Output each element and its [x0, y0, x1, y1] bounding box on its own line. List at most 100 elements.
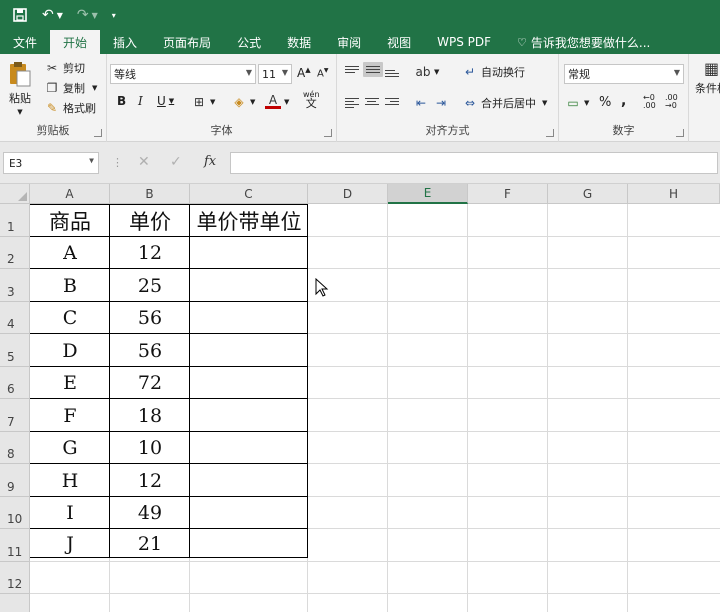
align-middle-button[interactable]: [363, 62, 383, 77]
cut-button[interactable]: ✂ 剪切: [44, 60, 85, 76]
cell-b1[interactable]: 单价: [110, 204, 190, 237]
align-bottom-button[interactable]: [385, 70, 399, 77]
save-button[interactable]: [12, 7, 28, 23]
column-header-e[interactable]: E: [388, 184, 468, 204]
currency-button[interactable]: ▭ ▼: [565, 95, 589, 111]
insert-function-button[interactable]: fx: [204, 154, 216, 169]
table-cell-price-unit[interactable]: [190, 367, 308, 399]
table-cell-price[interactable]: 56: [110, 302, 190, 334]
alignment-launcher-icon[interactable]: [546, 129, 554, 137]
clipboard-launcher-icon[interactable]: [94, 129, 102, 137]
row-header-10[interactable]: 10: [0, 497, 30, 529]
select-all-button[interactable]: [0, 184, 30, 204]
redo-dropdown-icon[interactable]: ▼: [92, 11, 98, 20]
number-launcher-icon[interactable]: [676, 129, 684, 137]
worksheet-grid[interactable]: A B C D E F G H 1 2 3 4 5 6 7 8 9 10 11 …: [0, 184, 720, 612]
table-cell-price[interactable]: 72: [110, 367, 190, 399]
decrease-decimal-button[interactable]: .00 →0: [665, 94, 678, 110]
row-header-6[interactable]: 6: [0, 367, 30, 399]
font-name-select[interactable]: 等线 ▼: [110, 64, 256, 84]
column-header-b[interactable]: B: [110, 184, 190, 204]
table-cell-price-unit[interactable]: [190, 432, 308, 464]
grow-font-button[interactable]: A▲: [297, 66, 311, 80]
table-cell-price[interactable]: 25: [110, 269, 190, 302]
redo-button[interactable]: ↷ ▼: [77, 7, 98, 23]
formula-bar-splitter[interactable]: ⋮: [112, 156, 124, 169]
column-header-f[interactable]: F: [468, 184, 548, 204]
row-header-7[interactable]: 7: [0, 399, 30, 432]
italic-button[interactable]: I: [138, 94, 143, 108]
table-cell-price[interactable]: 10: [110, 432, 190, 464]
table-cell-price-unit[interactable]: [190, 529, 308, 558]
align-left-button[interactable]: [345, 98, 359, 108]
font-launcher-icon[interactable]: [324, 129, 332, 137]
tab-file[interactable]: 文件: [0, 30, 50, 54]
bold-button[interactable]: B: [117, 94, 126, 108]
row-header-13[interactable]: [0, 594, 30, 612]
tab-home[interactable]: 开始: [50, 30, 101, 54]
table-cell-price-unit[interactable]: [190, 464, 308, 497]
underline-button[interactable]: U ▼: [157, 94, 174, 108]
tab-page-layout[interactable]: 页面布局: [150, 30, 224, 54]
table-cell-price-unit[interactable]: [190, 302, 308, 334]
copy-button[interactable]: ❐ 复制 ▼: [44, 80, 98, 96]
orientation-button[interactable]: ab ▼: [415, 64, 440, 80]
table-cell-price-unit[interactable]: [190, 497, 308, 529]
cell-a1[interactable]: 商品: [30, 204, 110, 237]
percent-button[interactable]: %: [599, 95, 611, 110]
name-box[interactable]: E3 ▼: [3, 152, 99, 174]
table-cell-price[interactable]: 49: [110, 497, 190, 529]
table-cell-price-unit[interactable]: [190, 399, 308, 432]
formula-input[interactable]: [230, 152, 718, 174]
table-row-h[interactable]: H: [30, 464, 110, 497]
row-header-5[interactable]: 5: [0, 334, 30, 367]
table-row-d[interactable]: D: [30, 334, 110, 367]
tab-formulas[interactable]: 公式: [224, 30, 274, 54]
table-cell-price[interactable]: 56: [110, 334, 190, 367]
table-cell-price-unit[interactable]: [190, 334, 308, 367]
phonetic-button[interactable]: wén 文: [303, 90, 320, 109]
format-painter-button[interactable]: ✎ 格式刷: [44, 100, 96, 116]
table-row-e[interactable]: E: [30, 367, 110, 399]
copy-dropdown-icon[interactable]: ▼: [92, 84, 97, 92]
undo-dropdown-icon[interactable]: ▼: [57, 11, 63, 20]
table-row-b[interactable]: B: [30, 269, 110, 302]
row-header-9[interactable]: 9: [0, 464, 30, 497]
align-top-button[interactable]: [345, 66, 359, 73]
table-cell-price[interactable]: 21: [110, 529, 190, 558]
conditional-formatting-button[interactable]: ▦ 条件格: [695, 59, 720, 96]
row-header-12[interactable]: 12: [0, 562, 30, 594]
comma-button[interactable]: ,: [621, 93, 626, 109]
row-header-11[interactable]: 11: [0, 529, 30, 562]
row-header-4[interactable]: 4: [0, 302, 30, 334]
table-cell-price[interactable]: 12: [110, 237, 190, 269]
confirm-entry-button[interactable]: ✓: [170, 154, 182, 170]
cancel-entry-button[interactable]: ✕: [138, 154, 150, 170]
cell-c1[interactable]: 单价带单位: [190, 204, 308, 237]
paste-button[interactable]: 粘贴 ▼: [8, 60, 32, 116]
table-row-i[interactable]: I: [30, 497, 110, 529]
increase-decimal-button[interactable]: ←0.00: [643, 94, 656, 110]
row-header-2[interactable]: 2: [0, 237, 30, 269]
shrink-font-button[interactable]: A▼: [317, 67, 328, 79]
number-format-select[interactable]: 常规 ▼: [564, 64, 684, 84]
align-right-button[interactable]: [385, 98, 399, 105]
customize-quick-access-button[interactable]: ▾: [112, 11, 116, 20]
table-cell-price-unit[interactable]: [190, 269, 308, 302]
table-cell-price[interactable]: 12: [110, 464, 190, 497]
table-row-f[interactable]: F: [30, 399, 110, 432]
borders-button[interactable]: ⊞ ▼: [191, 94, 215, 110]
font-color-button[interactable]: A ▼: [265, 93, 289, 109]
merge-dropdown-icon[interactable]: ▼: [542, 99, 547, 107]
column-header-g[interactable]: G: [548, 184, 628, 204]
column-header-d[interactable]: D: [308, 184, 388, 204]
tab-wps-pdf[interactable]: WPS PDF: [424, 30, 504, 54]
tab-view[interactable]: 视图: [374, 30, 424, 54]
tell-me-search[interactable]: ♡ 告诉我您想要做什么...: [504, 30, 663, 54]
row-header-8[interactable]: 8: [0, 432, 30, 464]
table-row-c[interactable]: C: [30, 302, 110, 334]
table-row-g[interactable]: G: [30, 432, 110, 464]
row-header-3[interactable]: 3: [0, 269, 30, 302]
row-header-1[interactable]: 1: [0, 204, 30, 237]
table-row-j[interactable]: J: [30, 529, 110, 558]
